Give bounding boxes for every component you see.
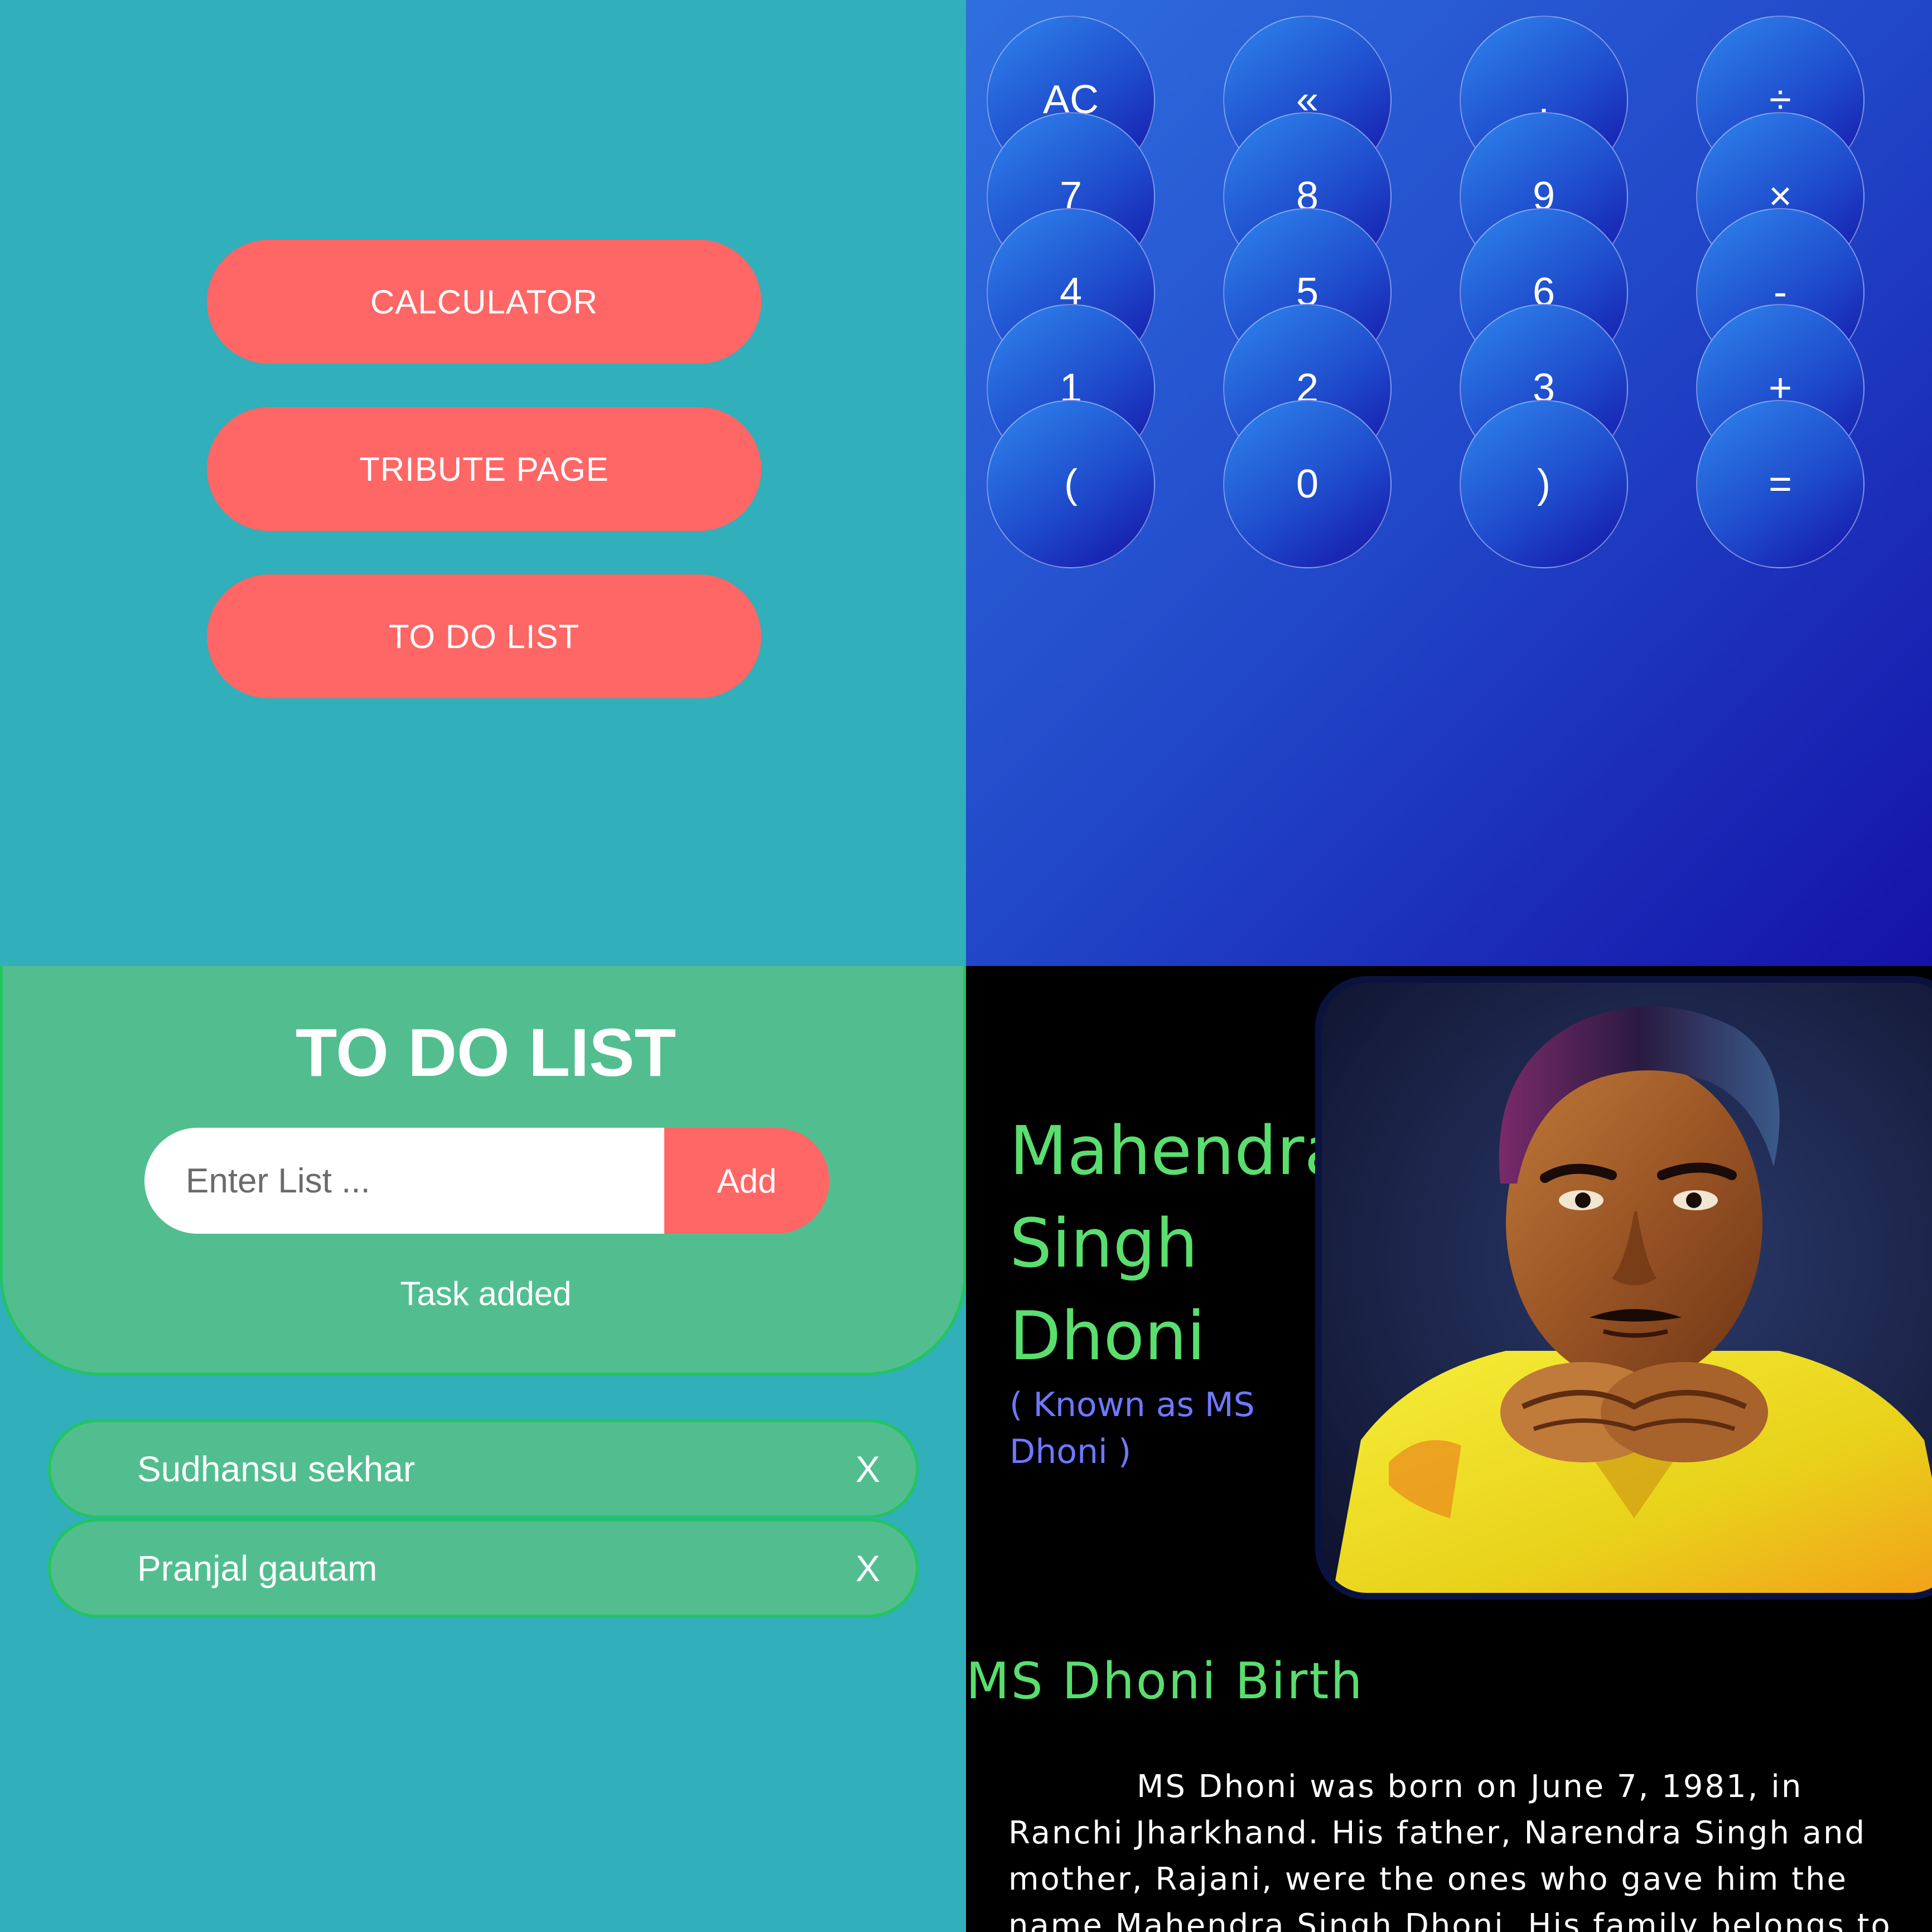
task-text: Sudhansu sekhar: [137, 1448, 416, 1489]
close-paren-key[interactable]: ): [1460, 400, 1628, 568]
todo-list-screen: TO DO LIST Add Task added Sudhansu sekha…: [0, 966, 966, 1932]
calculator-screen: AC «. ÷ 7 8 9 × 4 5 6-1 2 3 +(0) =: [966, 0, 1932, 966]
tribute-page-screen: Mahendra Singh Dhoni ( Known as MS Dhoni…: [966, 966, 1932, 1932]
tribute-heading: Mahendra Singh Dhoni: [1010, 1113, 1346, 1375]
portrait-image: [1315, 976, 1932, 1600]
calculator-button[interactable]: CALCULATOR: [207, 240, 761, 364]
digit-0-key[interactable]: 0: [1223, 400, 1392, 568]
birth-paragraph: MS Dhoni was born on June 7, 1981, in Ra…: [1008, 1769, 1892, 1932]
equals-key[interactable]: =: [1696, 400, 1865, 568]
todo-title: TO DO LIST: [295, 1015, 677, 1090]
task-text: Pranjal gautam: [137, 1548, 378, 1588]
delete-task-button[interactable]: X: [856, 1448, 880, 1490]
todo-list-button[interactable]: TO DO LIST: [207, 574, 761, 698]
task-item: Pranjal gautam X: [48, 1519, 919, 1617]
home-menu-screen: CALCULATOR TRIBUTE PAGE TO DO LIST: [0, 0, 966, 966]
todo-input[interactable]: [144, 1128, 666, 1234]
portrait-illustration: [1322, 983, 1932, 1593]
open-paren-key[interactable]: (: [987, 400, 1155, 568]
add-task-button[interactable]: Add: [664, 1128, 829, 1234]
delete-task-button[interactable]: X: [856, 1547, 880, 1590]
tribute-page-button[interactable]: TRIBUTE PAGE: [207, 407, 761, 531]
tribute-subtitle: ( Known as MS Dhoni ): [1010, 1385, 1255, 1471]
todo-header-card: TO DO LIST Add Task added: [0, 966, 966, 1375]
task-item: Sudhansu sekhar X: [48, 1419, 919, 1518]
todo-status-message: Task added: [400, 1275, 572, 1312]
birth-section-title: MS Dhoni Birth: [966, 1652, 1364, 1711]
